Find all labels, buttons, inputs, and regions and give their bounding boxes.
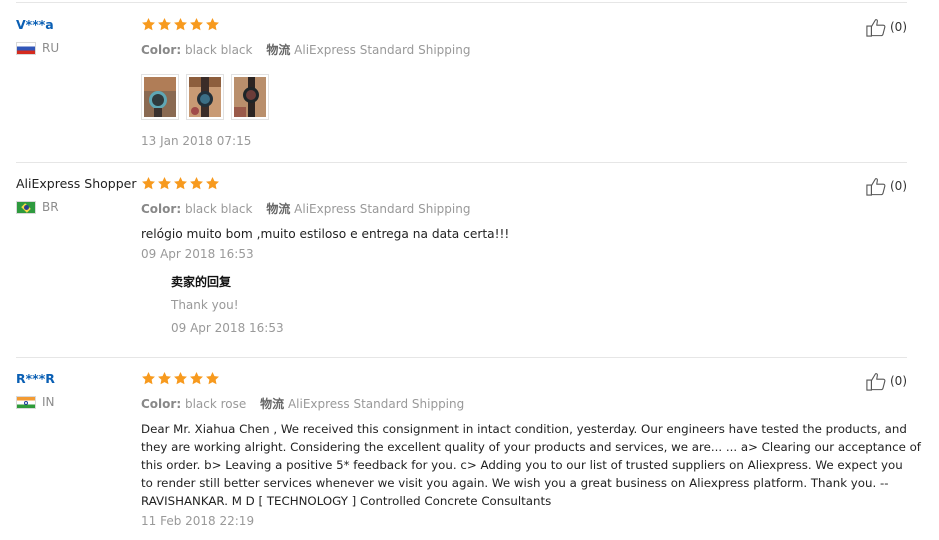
color-value: black black (184, 43, 253, 57)
watch-photo-icon (144, 77, 176, 117)
reviewer-info: V***a RU (16, 17, 140, 55)
reviewer-name[interactable]: AliExpress Shopper (16, 176, 140, 191)
helpful-count: (0) (890, 179, 907, 193)
thumbs-up-icon (865, 176, 887, 196)
reviewer-country: RU (16, 41, 140, 55)
review-content: Color: black rose 物流 AliExpress Standard… (141, 371, 921, 528)
review-text: relógio muito bom ,muito estiloso e entr… (141, 227, 510, 241)
color-value: black black (184, 202, 253, 216)
reviewer-info: AliExpress Shopper BR (16, 176, 140, 214)
star-icon (173, 17, 188, 32)
country-code: BR (42, 200, 59, 214)
country-code: IN (42, 395, 55, 409)
star-icon (173, 371, 188, 386)
review-text-line: RAVISHANKAR. M D [ TECHNOLOGY ] Controll… (141, 494, 552, 508)
reviewer-name[interactable]: R***R (16, 371, 140, 386)
star-icon (189, 371, 204, 386)
thumbs-up-icon (865, 371, 887, 391)
star-rating (141, 17, 911, 33)
star-icon (189, 17, 204, 32)
order-info: Color: black black 物流 AliExpress Standar… (141, 41, 911, 58)
order-info: Color: black black 物流 AliExpress Standar… (141, 200, 911, 217)
helpful-button[interactable]: (0) (865, 371, 907, 391)
review-text-line: to render still better services whenever… (141, 476, 889, 490)
color-label: Color: (141, 202, 182, 216)
star-icon (157, 176, 172, 191)
star-icon (157, 371, 172, 386)
seller-reply-text: Thank you! (171, 298, 239, 312)
reviewer-name[interactable]: V***a (16, 17, 140, 32)
shipping-value: AliExpress Standard Shipping (287, 397, 465, 411)
shipping-value: AliExpress Standard Shipping (294, 43, 471, 57)
star-icon (141, 176, 156, 191)
star-icon (173, 176, 188, 191)
star-icon (141, 17, 156, 32)
review-photo-thumbnail[interactable] (186, 74, 224, 120)
seller-reply-date: 09 Apr 2018 16:53 (171, 321, 284, 335)
reviewer-info: R***R IN (16, 371, 140, 409)
review-text-line: this order. b> Leaving a positive 5* fee… (141, 458, 903, 472)
review-date: 09 Apr 2018 16:53 (141, 247, 254, 261)
review-content: Color: black black 物流 AliExpress Standar… (141, 176, 911, 335)
star-rating (141, 371, 911, 387)
order-info: Color: black rose 物流 AliExpress Standard… (141, 395, 911, 412)
review-text-line: they are working alright. Considering th… (141, 440, 921, 454)
review-date: 11 Feb 2018 22:19 (141, 514, 255, 528)
review-photo-thumbnail[interactable] (231, 74, 269, 120)
star-icon (157, 17, 172, 32)
russia-flag-icon (16, 41, 36, 55)
helpful-count: (0) (890, 20, 907, 34)
brazil-flag-icon (16, 200, 36, 214)
review-divider (16, 162, 907, 163)
shipping-label: 物流 (266, 202, 291, 216)
star-icon (205, 176, 220, 191)
review-date: 13 Jan 2018 07:15 (141, 134, 252, 148)
shipping-label: 物流 (266, 43, 291, 57)
seller-reply-title: 卖家的回复 (171, 275, 232, 289)
watch-photo-icon (189, 77, 221, 117)
shipping-label: 物流 (260, 397, 285, 411)
review-photos (141, 74, 911, 120)
top-divider (16, 2, 907, 3)
star-icon (205, 17, 220, 32)
watch-photo-icon (234, 77, 266, 117)
helpful-count: (0) (890, 374, 907, 388)
india-flag-icon (16, 395, 36, 409)
star-icon (205, 371, 220, 386)
country-code: RU (42, 41, 60, 55)
thumbs-up-icon (865, 17, 887, 37)
shipping-value: AliExpress Standard Shipping (294, 202, 471, 216)
star-rating (141, 176, 911, 192)
seller-reply: 卖家的回复 Thank you! 09 Apr 2018 16:53 (171, 273, 911, 335)
reviewer-country: IN (16, 395, 140, 409)
reviewer-country: BR (16, 200, 140, 214)
color-label: Color: (141, 397, 182, 411)
color-value: black rose (184, 397, 247, 411)
helpful-button[interactable]: (0) (865, 17, 907, 37)
review-text-line: Dear Mr. Xiahua Chen , We received this … (141, 422, 907, 436)
color-label: Color: (141, 43, 182, 57)
helpful-button[interactable]: (0) (865, 176, 907, 196)
star-icon (141, 371, 156, 386)
star-icon (189, 176, 204, 191)
review-divider (16, 357, 907, 358)
review-photo-thumbnail[interactable] (141, 74, 179, 120)
review-content: Color: black black 物流 AliExpress Standar… (141, 17, 911, 148)
review-text: Dear Mr. Xiahua Chen , We received this … (141, 420, 921, 510)
